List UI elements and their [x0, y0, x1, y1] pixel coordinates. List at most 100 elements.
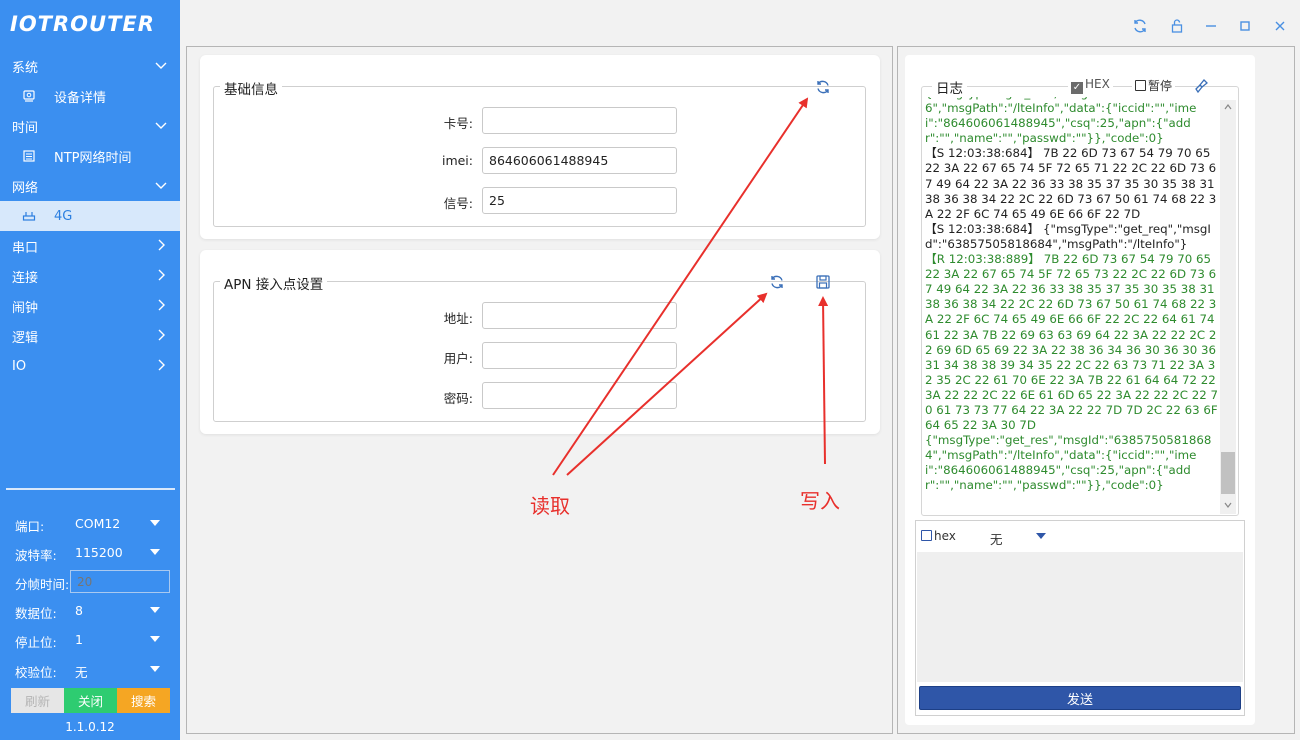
log-title: 日志 — [932, 77, 967, 97]
send-hex-checkbox[interactable] — [921, 530, 932, 541]
sidebar-item-label: 闹钟 — [12, 300, 39, 316]
caret-down-icon — [150, 520, 160, 526]
chevron-right-icon — [158, 359, 165, 371]
hex-checkbox[interactable]: ✓ — [1071, 82, 1083, 94]
sidebar-item-label: NTP网络时间 — [54, 150, 132, 166]
port-label: 端口: — [15, 519, 45, 534]
sidebar-item-device-details[interactable]: 设备详情 — [0, 81, 180, 111]
stopbits-value: 1 — [75, 632, 83, 647]
log-line: {"msgType":"get_res","msgId":"6385750581… — [925, 433, 1212, 493]
chevron-right-icon — [158, 239, 165, 251]
baud-value: 115200 — [75, 545, 123, 560]
chevron-down-icon — [155, 62, 167, 69]
refresh-button[interactable]: 刷新 — [11, 688, 64, 713]
sidebar-item-label: 系统 — [12, 60, 39, 76]
signal-label: 信号: — [443, 196, 473, 211]
apn-address-field[interactable] — [482, 302, 677, 329]
send-button[interactable]: 发送 — [919, 686, 1241, 710]
caret-down-icon — [150, 666, 160, 672]
apn-title: APN 接入点设置 — [220, 273, 328, 293]
scroll-down-icon[interactable] — [1224, 502, 1232, 508]
sidebar-item-serial[interactable]: 串口 — [0, 231, 180, 261]
pause-toggle[interactable]: 暂停 — [1132, 77, 1176, 94]
baud-label: 波特率: — [15, 548, 57, 563]
sidebar: IOTROUTER 系统 设备详情 时间 NTP网络时间 网络 4G 串口 连接… — [0, 0, 180, 740]
caret-down-icon — [150, 636, 160, 642]
close-button[interactable]: 关闭 — [64, 688, 117, 713]
read-refresh-icon[interactable] — [815, 79, 831, 95]
hex-toggle[interactable]: ✓ HEX — [1068, 77, 1113, 94]
log-output[interactable]: {"msgType":"get_res","msgId":"6385750580… — [925, 97, 1221, 512]
read-refresh-icon[interactable] — [769, 274, 785, 290]
line-ending-value[interactable]: 无 — [990, 529, 1003, 548]
databits-label: 数据位: — [15, 606, 57, 621]
apn-user-field[interactable] — [482, 342, 677, 369]
log-line: {"msgType":"get_res","msgId":"6385750580… — [925, 97, 1211, 146]
baud-select[interactable]: 波特率: 115200 — [0, 540, 180, 566]
maximize-icon[interactable] — [1237, 18, 1253, 34]
imei-field[interactable]: 864606061488945 — [482, 147, 677, 174]
databits-value: 8 — [75, 603, 83, 618]
sidebar-item-label: 逻辑 — [12, 330, 39, 346]
sidebar-item-label: 串口 — [12, 240, 39, 256]
minimize-icon[interactable] — [1203, 18, 1219, 34]
sidebar-item-system[interactable]: 系统 — [0, 51, 180, 81]
lock-icon[interactable] — [1169, 18, 1185, 34]
signal-field[interactable]: 25 — [482, 187, 677, 214]
port-value: COM12 — [75, 516, 121, 531]
sidebar-item-4g[interactable]: 4G — [0, 201, 180, 231]
save-icon[interactable] — [815, 274, 831, 290]
pause-label: 暂停 — [1148, 79, 1173, 93]
stopbits-label: 停止位: — [15, 635, 57, 650]
sidebar-item-time[interactable]: 时间 — [0, 111, 180, 141]
sidebar-item-label: 连接 — [12, 270, 39, 286]
broom-icon[interactable] — [1193, 78, 1209, 94]
device-icon — [23, 90, 35, 102]
sidebar-item-label: IO — [12, 358, 27, 374]
frame-time-row: 分帧时间: — [0, 569, 180, 595]
basic-info-title: 基础信息 — [220, 78, 282, 98]
sync-icon[interactable] — [1132, 18, 1148, 34]
scroll-up-icon[interactable] — [1224, 104, 1232, 110]
parity-label: 校验位: — [15, 665, 57, 680]
sidebar-item-label: 时间 — [12, 120, 39, 136]
app-logo: IOTROUTER — [10, 12, 155, 36]
apn-password-label: 密码: — [443, 391, 473, 406]
send-hex-toggle[interactable]: hex — [921, 529, 956, 543]
pause-checkbox[interactable] — [1135, 80, 1146, 91]
apn-address-label: 地址: — [443, 311, 473, 326]
sidebar-item-connection[interactable]: 连接 — [0, 261, 180, 291]
send-hex-label: hex — [934, 529, 956, 543]
log-line: 【R 12:03:38:889】 7B 22 6D 73 67 54 79 70… — [925, 252, 1219, 433]
sidebar-item-ntp[interactable]: NTP网络时间 — [0, 141, 180, 171]
stopbits-select[interactable]: 停止位: 1 — [0, 627, 180, 653]
close-window-icon[interactable] — [1272, 18, 1288, 34]
sidebar-item-alarm[interactable]: 闹钟 — [0, 291, 180, 321]
frame-time-input[interactable] — [70, 570, 170, 593]
log-scroll-thumb[interactable] — [1221, 452, 1235, 494]
send-input[interactable] — [917, 552, 1243, 682]
parity-select[interactable]: 校验位: 无 — [0, 657, 180, 683]
caret-down-icon[interactable] — [1036, 533, 1046, 539]
chevron-right-icon — [158, 269, 165, 281]
sidebar-item-label: 网络 — [12, 180, 39, 196]
chevron-right-icon — [158, 299, 165, 311]
sidebar-item-logic[interactable]: 逻辑 — [0, 321, 180, 351]
sidebar-item-io[interactable]: IO — [0, 351, 180, 381]
apn-password-field[interactable] — [482, 382, 677, 409]
log-line: 【S 12:03:38:684】 7B 22 6D 73 67 54 79 70… — [925, 146, 1217, 221]
parity-value: 无 — [75, 665, 88, 680]
caret-down-icon — [150, 607, 160, 613]
port-select[interactable]: 端口: COM12 — [0, 511, 180, 537]
chevron-right-icon — [158, 329, 165, 341]
chevron-down-icon — [155, 122, 167, 129]
sidebar-item-label: 设备详情 — [54, 90, 107, 106]
frame-time-label: 分帧时间: — [15, 577, 70, 592]
sidebar-divider — [6, 488, 175, 490]
databits-select[interactable]: 数据位: 8 — [0, 598, 180, 624]
chevron-down-icon — [155, 182, 167, 189]
sidebar-item-network[interactable]: 网络 — [0, 171, 180, 201]
card-number-field[interactable] — [482, 107, 677, 134]
version-label: 1.1.0.12 — [65, 720, 115, 734]
search-button[interactable]: 搜索 — [117, 688, 170, 713]
